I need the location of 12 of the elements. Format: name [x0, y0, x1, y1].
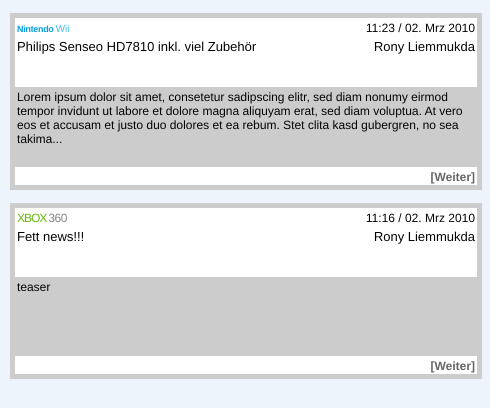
- teaser-text: Lorem ipsum dolor sit amet, consetetur sadipscing elitr, sed diam nonumy eirmod tempor invidunt ut labore et dolore magna aliquyam erat, sed diam voluptua. At vero eos et accusam et justo duo dolores et ea rebum. Stet clita kasd gubergren, no sea takima...: [17, 90, 464, 146]
- post-title: Philips Senseo HD7810 inkl. viel Zubehör: [17, 38, 256, 56]
- read-more-link[interactable]: [Weiter]: [430, 170, 475, 184]
- platform-logo: Nintendo Wii: [17, 23, 70, 37]
- read-more-link[interactable]: [Weiter]: [430, 359, 475, 373]
- post-title: Fett news!!!: [17, 228, 84, 246]
- author-name: Rony Liemmukda: [374, 228, 475, 246]
- post-time: 11:23 / 02. Mrz 2010: [366, 20, 475, 37]
- author-name: Rony Liemmukda: [374, 38, 475, 56]
- platform-logo: XBOX 360: [17, 210, 67, 227]
- teaser-text: teaser: [17, 280, 52, 294]
- post-time: 11:16 / 02. Mrz 2010: [366, 210, 475, 227]
